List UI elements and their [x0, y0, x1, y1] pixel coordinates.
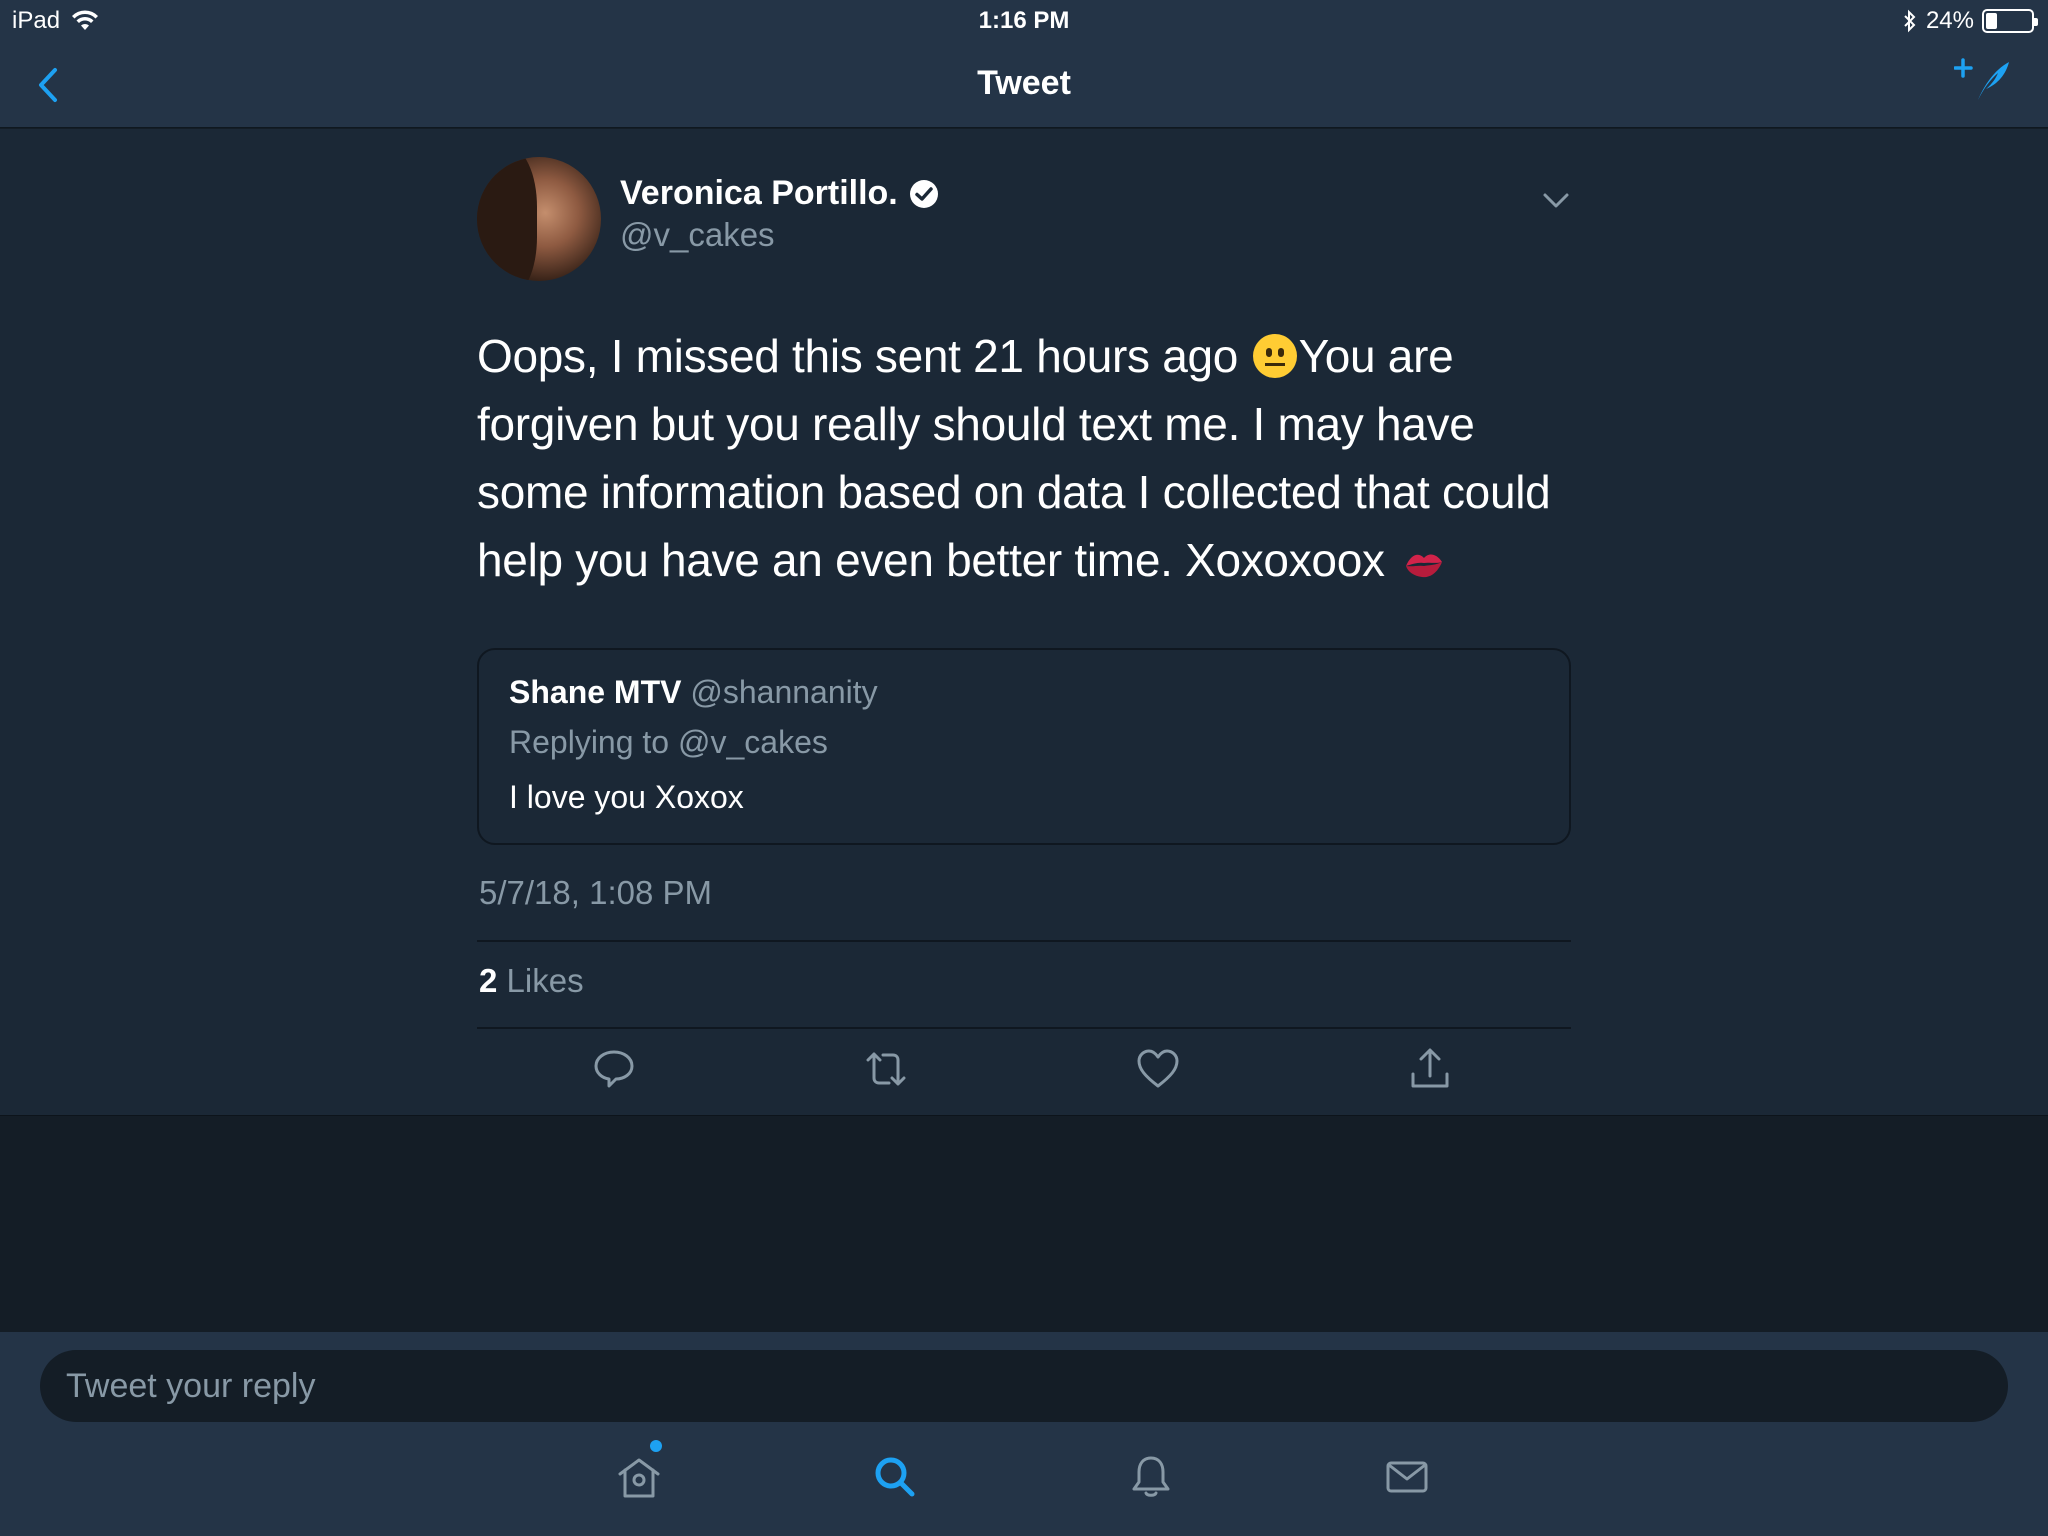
- home-notification-dot: [650, 1440, 662, 1452]
- envelope-icon[interactable]: [1382, 1452, 1432, 1502]
- quoted-author-name: Shane MTV: [509, 674, 682, 710]
- verified-badge-icon: [909, 179, 938, 208]
- search-icon[interactable]: [870, 1452, 920, 1502]
- author-name-text: Veronica Portillo.: [620, 174, 898, 212]
- tweet-text-part-1: Oops, I missed this sent 21 hours ago: [477, 330, 1251, 382]
- page-title: Tweet: [977, 64, 1071, 102]
- heart-icon[interactable]: [1135, 1046, 1181, 1092]
- battery-level: [1986, 13, 1997, 29]
- compose-tweet-icon[interactable]: [1954, 56, 2012, 108]
- quoted-author: Shane MTV @shannanity: [509, 674, 878, 711]
- divider: [477, 1027, 1571, 1029]
- tweet-detail-screen: iPad 1:16 PM 24% Tweet Veronica Portillo…: [0, 0, 2048, 1536]
- tweet-panel: Veronica Portillo. @v_cakes Oops, I miss…: [0, 129, 2048, 1116]
- tab-bar: [0, 1426, 2048, 1536]
- likes-number: 2: [479, 962, 498, 999]
- bell-icon[interactable]: [1126, 1452, 1176, 1502]
- status-time: 1:16 PM: [978, 7, 1070, 34]
- author-name[interactable]: Veronica Portillo.: [620, 174, 940, 213]
- battery-percent: 24%: [1925, 7, 1974, 34]
- author-handle[interactable]: @v_cakes: [620, 216, 775, 254]
- tweet-reply-input[interactable]: [40, 1350, 2008, 1422]
- reply-icon[interactable]: [591, 1046, 637, 1092]
- quoted-author-handle: @shannanity: [690, 674, 878, 710]
- avatar-hair: [477, 157, 537, 281]
- quoted-tweet-text: I love you Xoxox: [509, 779, 744, 815]
- tweet-text: Oops, I missed this sent 21 hours ago Yo…: [477, 322, 1577, 594]
- battery-icon: [1982, 9, 2038, 33]
- share-icon[interactable]: [1407, 1046, 1453, 1092]
- neutral-face-emoji-icon: [1252, 334, 1297, 378]
- reply-bar: [0, 1332, 2048, 1426]
- avatar[interactable]: [477, 157, 601, 281]
- tweet-timestamp: 5/7/18, 1:08 PM: [479, 874, 712, 911]
- home-icon[interactable]: [614, 1452, 664, 1502]
- quoted-tweet[interactable]: Shane MTV @shannanity Replying to @v_cak…: [477, 648, 1571, 845]
- divider: [477, 940, 1571, 942]
- status-right: 24%: [1902, 7, 2038, 35]
- likes-count[interactable]: 2 Likes: [479, 962, 584, 1000]
- empty-area: [0, 1117, 2048, 1332]
- bluetooth-icon: [1904, 9, 1916, 33]
- likes-label: Likes: [506, 962, 584, 999]
- quoted-replying-to: Replying to @v_cakes: [509, 724, 828, 760]
- status-bar: iPad 1:16 PM 24%: [0, 0, 2048, 42]
- chevron-down-icon[interactable]: [1541, 187, 1571, 213]
- kiss-mark-emoji-icon: [1406, 554, 1443, 578]
- tweet-content: Veronica Portillo. @v_cakes Oops, I miss…: [477, 129, 1571, 1115]
- navigation-bar: Tweet: [0, 42, 2048, 128]
- retweet-icon[interactable]: [863, 1046, 909, 1092]
